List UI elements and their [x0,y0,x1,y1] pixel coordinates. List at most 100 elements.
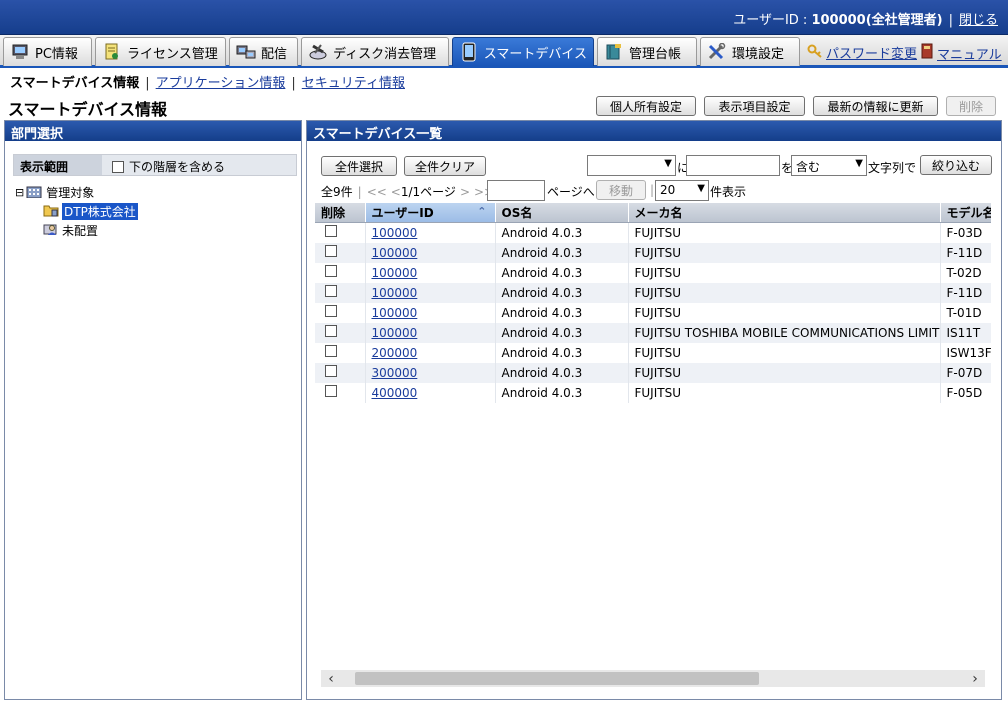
user-id: 100000(全社管理者) [811,13,943,28]
row-delete-checkbox[interactable] [325,285,337,297]
tab-license[interactable]: ライセンス管理 [95,37,226,66]
os-name-cell: Android 4.0.3 [495,322,629,343]
table-row[interactable]: 100000 Android 4.0.3 FUJITSU T-01D [315,302,991,323]
manual-label[interactable]: マニュアル [937,44,1002,63]
user-id-link[interactable]: 400000 [372,386,418,400]
model-name-cell: IS11T [940,322,991,343]
page-title-bar: スマートデバイス情報 個人所有設定 表示項目設定 最新の情報に更新 削除 [0,93,1008,119]
personal-ownership-button[interactable]: 個人所有設定 [596,96,696,116]
unassigned-user-icon [43,222,59,239]
maker-name-cell: FUJITSU [628,342,941,363]
user-id-cell: 400000 [365,382,496,403]
table-row[interactable]: 100000 Android 4.0.3 FUJITSU F-11D [315,242,991,263]
row-delete-checkbox[interactable] [325,245,337,257]
tree-item-dtp-label: DTP株式会社 [62,203,138,220]
tree-item-dtp[interactable]: DTP株式会社 [15,202,138,221]
table-row[interactable]: 100000 Android 4.0.3 FUJITSU F-11D [315,282,991,303]
condition-select[interactable]: 含む ▼ [791,155,867,176]
table-row[interactable]: 100000 Android 4.0.3 FUJITSU TOSHIBA MOBIL… [315,322,991,343]
tab-ledger[interactable]: 管理台帳 [597,37,697,66]
close-link[interactable]: 閉じる [959,13,998,28]
collapse-toggle-icon[interactable]: ⊟ [15,186,24,199]
row-delete-cell [315,322,366,343]
department-tree: ⊟ 管理対象 DTP株式会社 未配置 [15,183,138,240]
user-id-link[interactable]: 200000 [372,346,418,360]
chevron-down-icon: ▼ [855,158,863,169]
user-id-link[interactable]: 100000 [372,226,418,240]
maker-name-cell: FUJITSU [628,362,941,383]
user-id-link[interactable]: 100000 [372,286,418,300]
tree-root[interactable]: ⊟ 管理対象 [15,183,138,202]
sort-ascending-icon[interactable]: ⌃ [477,205,486,218]
user-id-cell: 200000 [365,342,496,363]
user-id-link[interactable]: 100000 [372,306,418,320]
tab-pc-info[interactable]: PC情報 [3,37,92,66]
scrollbar-thumb[interactable] [355,672,759,685]
user-id-link[interactable]: 300000 [372,366,418,380]
subnav-app-info[interactable]: アプリケーション情報 [156,76,286,91]
checkbox-box[interactable] [112,160,124,173]
header-os-name[interactable]: OS名 [495,203,629,223]
tab-disk-erase[interactable]: ディスク消去管理 [301,37,449,66]
row-delete-checkbox[interactable] [325,325,337,337]
include-subhierarchy-checkbox[interactable]: 下の階層を含める [112,158,225,175]
password-change-label[interactable]: パスワード変更 [826,43,917,62]
tab-delivery[interactable]: 配信 [229,37,298,66]
select-all-button[interactable]: 全件選択 [321,156,397,176]
display-items-button[interactable]: 表示項目設定 [704,96,805,116]
row-delete-checkbox[interactable] [325,365,337,377]
table-row[interactable]: 200000 Android 4.0.3 FUJITSU ISW13F [315,342,991,363]
header-model-name[interactable]: モデル名 [940,203,991,223]
scroll-left-icon[interactable]: ‹ [321,670,341,687]
disk-erase-icon [308,42,328,62]
tab-label: 環境設定 [732,46,785,62]
top-header: ユーザーID : 100000(全社管理者) | 閉じる [0,0,1008,35]
maker-name-cell: FUJITSU [628,242,941,263]
password-change-link[interactable]: パスワード変更 [807,43,917,62]
ledger-icon [604,42,624,62]
row-delete-checkbox[interactable] [325,225,337,238]
table-row[interactable]: 100000 Android 4.0.3 FUJITSU F-03D [315,222,991,243]
pager-next[interactable]: > [460,185,470,199]
move-button[interactable]: 移動 [596,180,646,200]
tab-smart-device[interactable]: スマートデバイス [452,37,594,66]
per-page-label: 件表示 [710,185,747,199]
row-delete-checkbox[interactable] [325,345,337,357]
page-number-input[interactable] [487,180,545,201]
filter-button[interactable]: 絞り込む [920,155,992,175]
delete-button[interactable]: 削除 [946,96,996,116]
scroll-right-icon[interactable]: › [965,670,985,687]
tab-label: スマートデバイス [483,46,587,62]
maker-name-cell: FUJITSU [628,222,941,243]
header-user-id[interactable]: ユーザーID ⌃ [365,203,496,223]
row-delete-checkbox[interactable] [325,385,337,397]
subnav-security-info[interactable]: セキュリティ情報 [302,76,405,91]
tree-item-unassigned[interactable]: 未配置 [15,221,138,240]
table-row[interactable]: 300000 Android 4.0.3 FUJITSU F-07D [315,362,991,383]
horizontal-scrollbar[interactable]: ‹ › [321,670,985,687]
refresh-button[interactable]: 最新の情報に更新 [813,96,938,116]
user-id-link[interactable]: 100000 [372,326,418,340]
key-icon [807,44,823,62]
header-maker-name[interactable]: メーカ名 [628,203,941,223]
pager-first[interactable]: << [367,185,387,199]
pager: 全9件 | << < 1/1ページ > >> | [321,184,502,200]
row-delete-checkbox[interactable] [325,305,337,317]
user-id-link[interactable]: 100000 [372,266,418,280]
clear-all-button[interactable]: 全件クリア [404,156,486,176]
tab-label: ディスク消去管理 [333,46,437,62]
user-id-cell: 100000 [365,222,496,243]
column-select[interactable]: ▼ [587,155,676,176]
table-row[interactable]: 100000 Android 4.0.3 FUJITSU T-02D [315,262,991,283]
row-delete-checkbox[interactable] [325,265,337,277]
row-delete-cell [315,302,366,323]
filter-text-input[interactable] [686,155,780,176]
pager-prev[interactable]: < [391,185,401,199]
user-id-link[interactable]: 100000 [372,246,418,260]
table-row[interactable]: 400000 Android 4.0.3 FUJITSU F-05D [315,382,991,403]
per-page-select[interactable]: 20 ▼ [655,180,709,201]
tab-settings[interactable]: 環境設定 [700,37,800,66]
row-delete-cell [315,262,366,283]
pc-icon [10,42,30,62]
manual-link[interactable]: マニュアル [920,43,1002,63]
